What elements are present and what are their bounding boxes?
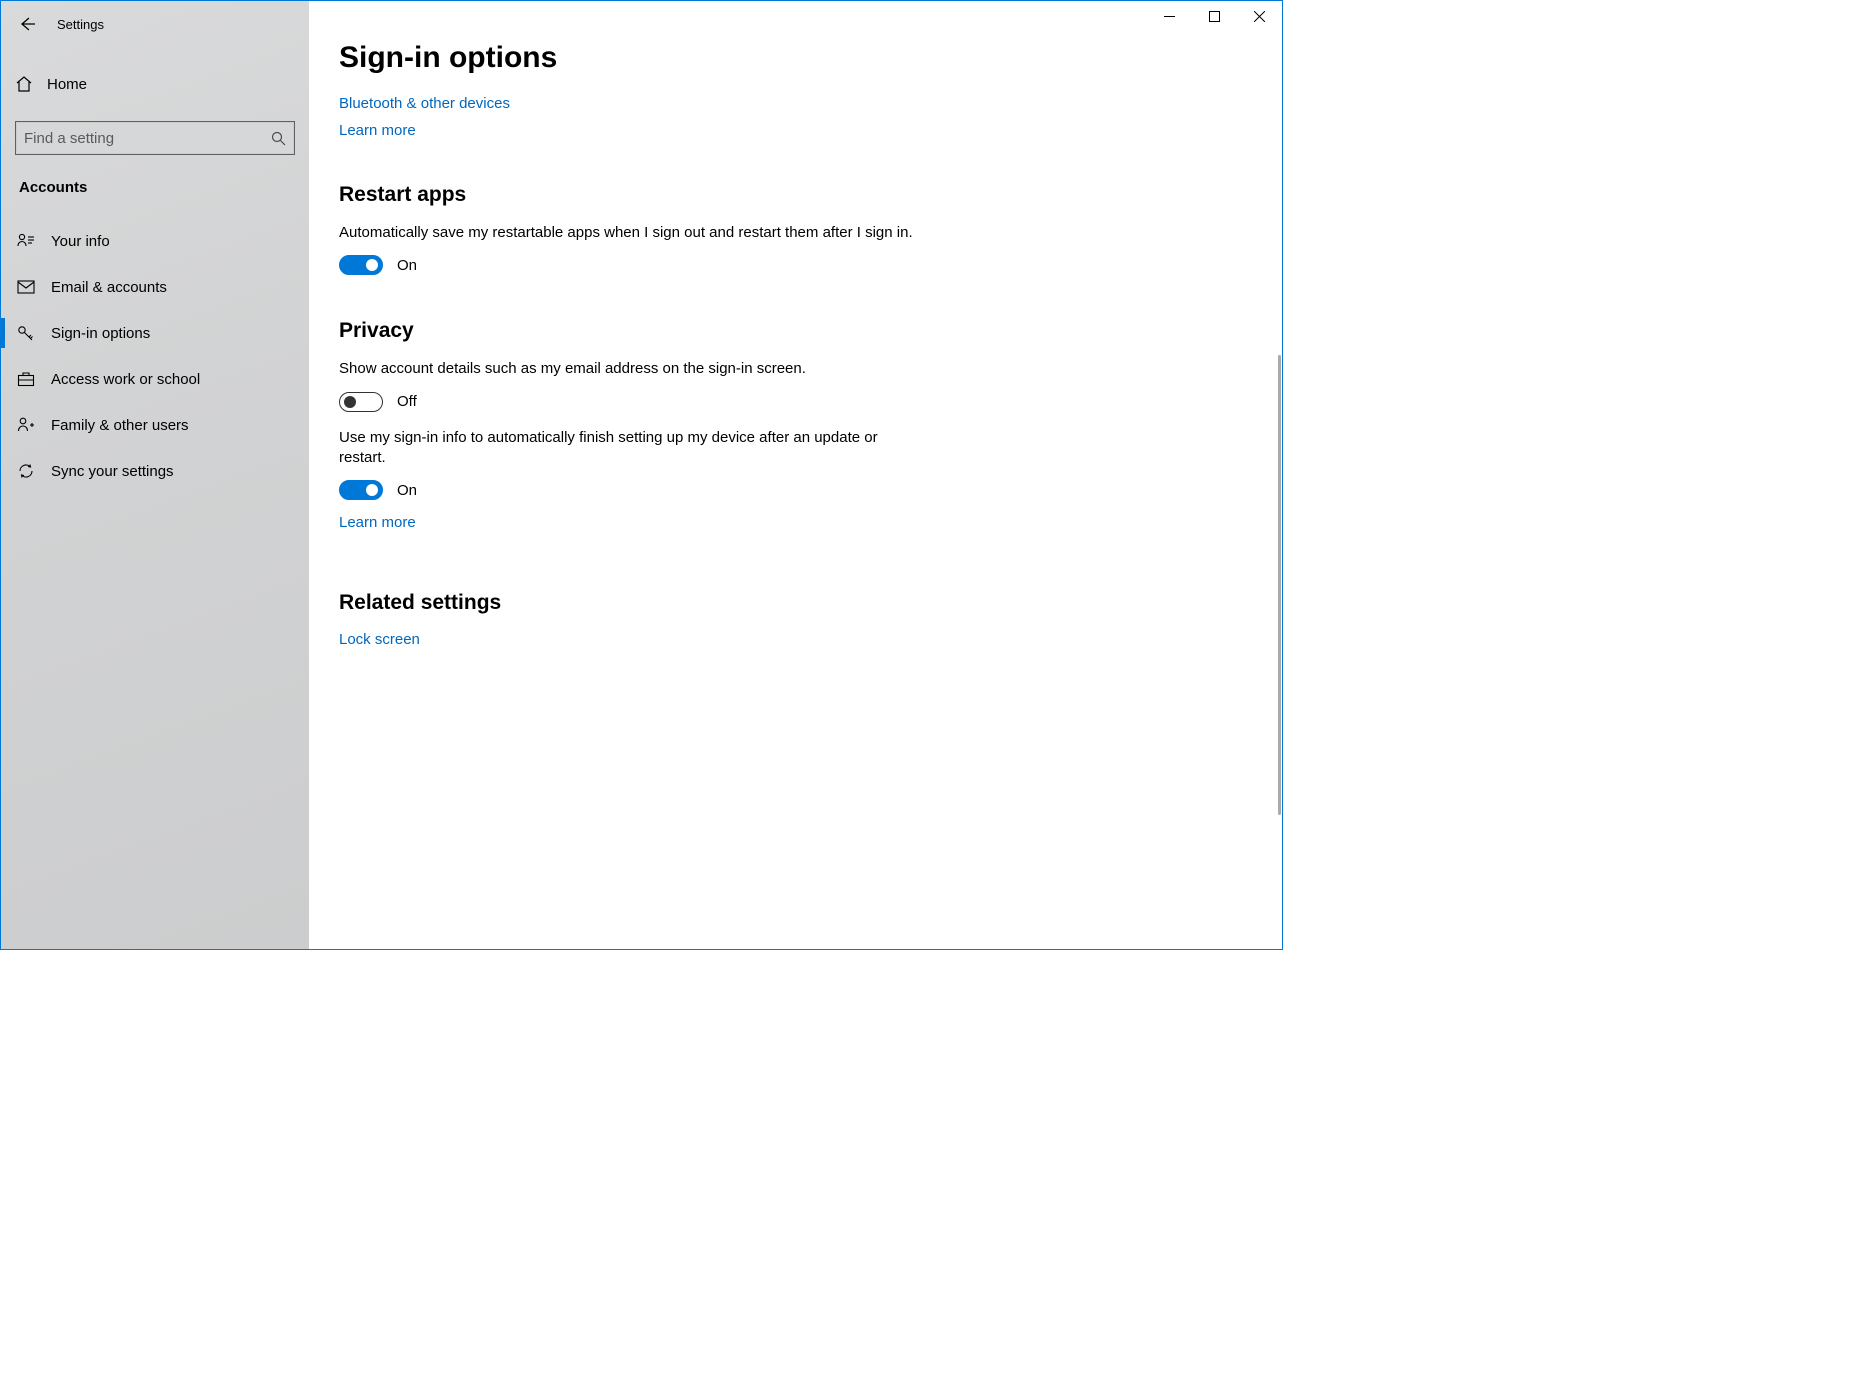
key-icon: [15, 324, 37, 342]
toggle-show-account-details-label: Off: [397, 393, 417, 410]
sidebar-home[interactable]: Home: [1, 61, 309, 107]
close-button[interactable]: [1237, 1, 1282, 31]
desc-privacy-use-signin-info: Use my sign-in info to automatically fin…: [339, 428, 919, 469]
minimize-button[interactable]: [1147, 1, 1192, 31]
sidebar-item-label: Your info: [51, 233, 110, 250]
heading-privacy: Privacy: [339, 319, 1252, 343]
sidebar-category: Accounts: [19, 179, 309, 196]
link-bluetooth-devices[interactable]: Bluetooth & other devices: [339, 95, 510, 112]
briefcase-icon: [15, 371, 37, 387]
person-lines-icon: [15, 232, 37, 250]
mail-icon: [15, 280, 37, 294]
desc-privacy-show-account: Show account details such as my email ad…: [339, 359, 919, 379]
sidebar-item-label: Access work or school: [51, 371, 200, 388]
search-icon: [271, 131, 286, 146]
search-input[interactable]: [24, 130, 271, 147]
page-title: Sign-in options: [339, 41, 1252, 75]
app-title: Settings: [57, 17, 104, 32]
toggle-use-signin-info-label: On: [397, 482, 417, 499]
sidebar-item-label: Sign-in options: [51, 325, 150, 342]
settings-window: Settings Home Accounts: [0, 0, 1283, 950]
toggle-show-account-details[interactable]: [339, 392, 383, 412]
link-learn-more-top[interactable]: Learn more: [339, 122, 416, 139]
home-label: Home: [47, 76, 87, 93]
scrollbar-track[interactable]: [1275, 35, 1281, 948]
sidebar: Settings Home Accounts: [1, 1, 309, 949]
scrollbar-thumb[interactable]: [1278, 355, 1281, 815]
maximize-button[interactable]: [1192, 1, 1237, 31]
desc-restart-apps: Automatically save my restartable apps w…: [339, 223, 919, 243]
heading-related-settings: Related settings: [339, 591, 1252, 615]
heading-restart-apps: Restart apps: [339, 183, 1252, 207]
home-icon: [15, 75, 33, 93]
person-plus-icon: [15, 416, 37, 434]
toggle-use-signin-info[interactable]: [339, 480, 383, 500]
sidebar-item-family[interactable]: Family & other users: [1, 402, 309, 448]
sidebar-item-access-work[interactable]: Access work or school: [1, 356, 309, 402]
search-input-container[interactable]: [15, 121, 295, 155]
link-learn-more-privacy[interactable]: Learn more: [339, 514, 416, 531]
toggle-restart-apps-label: On: [397, 257, 417, 274]
sidebar-item-label: Family & other users: [51, 417, 189, 434]
sidebar-item-label: Sync your settings: [51, 463, 174, 480]
sidebar-item-sign-in-options[interactable]: Sign-in options: [1, 310, 309, 356]
sidebar-item-your-info[interactable]: Your info: [1, 218, 309, 264]
sidebar-item-email[interactable]: Email & accounts: [1, 264, 309, 310]
sidebar-item-label: Email & accounts: [51, 279, 167, 296]
sidebar-nav: Your info Email & accounts Sign-in optio…: [1, 218, 309, 494]
back-button[interactable]: [15, 12, 39, 36]
sidebar-item-sync[interactable]: Sync your settings: [1, 448, 309, 494]
window-controls: [1147, 1, 1282, 35]
sync-icon: [15, 462, 37, 480]
content-area: Sign-in options Bluetooth & other device…: [309, 1, 1282, 949]
toggle-restart-apps[interactable]: [339, 255, 383, 275]
link-lock-screen[interactable]: Lock screen: [339, 631, 420, 648]
